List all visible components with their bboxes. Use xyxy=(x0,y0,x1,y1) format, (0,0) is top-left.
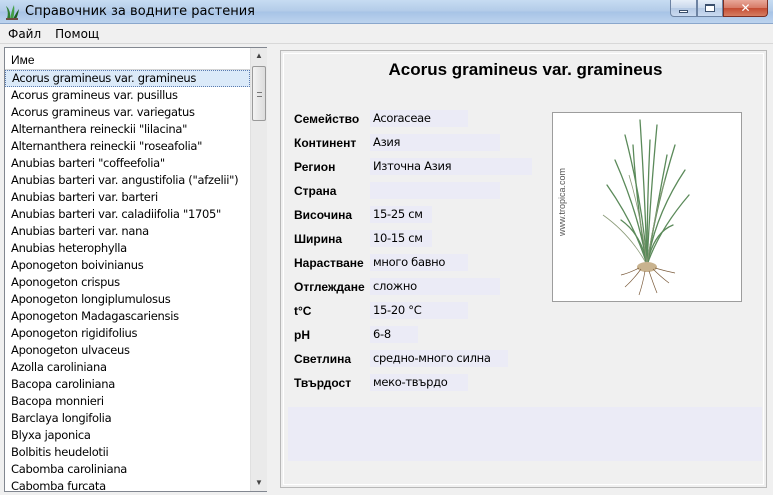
minimize-icon xyxy=(679,9,688,13)
field-label: Светлина xyxy=(294,352,352,366)
plant-list[interactable]: Име Acorus gramineus var. gramineus Acoru… xyxy=(4,47,267,492)
menu-help[interactable]: Помощ xyxy=(49,27,105,41)
close-button[interactable]: ✕ xyxy=(723,0,768,17)
field-value: Acoraceae xyxy=(370,110,468,127)
field-value: 6-8 xyxy=(370,326,418,343)
window-title: Справочник за водните растения xyxy=(25,4,255,19)
list-item[interactable]: Anubias barteri var. nana xyxy=(5,223,250,240)
list-item[interactable]: Acorus gramineus var. pusillus xyxy=(5,87,250,104)
notes-box[interactable] xyxy=(288,407,762,461)
scroll-up-icon[interactable]: ▲ xyxy=(251,48,267,64)
plant-title: Acorus gramineus var. gramineus xyxy=(388,60,663,79)
field-label: Семейство xyxy=(294,112,360,126)
grip-icon xyxy=(257,92,262,97)
field-value: Източна Азия xyxy=(370,158,532,175)
list-item[interactable]: Anubias barteri var. barteri xyxy=(5,189,250,206)
list-item[interactable]: Aponogeton Madagascariensis xyxy=(5,308,250,325)
plant-photo: www.tropica.com xyxy=(552,112,742,302)
list-item[interactable]: Acorus gramineus var. variegatus xyxy=(5,104,250,121)
list-item[interactable]: Aponogeton boivinianus xyxy=(5,257,250,274)
field-label: pH xyxy=(294,328,310,342)
field-label: Ширина xyxy=(294,232,343,246)
field-value: 15-25 см xyxy=(370,206,432,223)
detail-panel: Acorus gramineus var. gramineus Семейств… xyxy=(280,50,767,488)
list-item[interactable]: Bacopa monnieri xyxy=(5,393,250,410)
plant-photo-image xyxy=(595,115,699,299)
field-value: 15-20 °C xyxy=(370,302,468,319)
field-value: средно-много силна xyxy=(370,350,508,367)
menu-bar: Файл Помощ xyxy=(0,24,773,44)
field-value: 10-15 см xyxy=(370,230,432,247)
field-value: Азия xyxy=(370,134,500,151)
list-items: Acorus gramineus var. gramineus Acorus gr… xyxy=(5,70,250,491)
field-label: Отглеждане xyxy=(294,280,365,294)
field-value: много бавно xyxy=(370,254,468,271)
list-item[interactable]: Cabomba furcata xyxy=(5,478,250,491)
field-label: Нарастване xyxy=(294,256,364,270)
list-item[interactable]: Blyxa japonica xyxy=(5,427,250,444)
list-item[interactable]: Anubias barteri var. angustifolia ("afze… xyxy=(5,172,250,189)
list-item[interactable]: Alternanthera reineckii "roseafolia" xyxy=(5,138,250,155)
field-label: Континент xyxy=(294,136,357,150)
list-item[interactable]: Azolla caroliniana xyxy=(5,359,250,376)
field-label: t°C xyxy=(294,304,312,318)
list-header-name[interactable]: Име xyxy=(5,48,250,70)
list-item[interactable]: Bolbitis heudelotii xyxy=(5,444,250,461)
list-item[interactable]: Anubias barteri "coffeefolia" xyxy=(5,155,250,172)
maximize-button[interactable] xyxy=(697,0,723,17)
field-label: Височина xyxy=(294,208,353,222)
menu-file[interactable]: Файл xyxy=(2,27,47,41)
field-value: сложно xyxy=(370,278,500,295)
list-item[interactable]: Aponogeton crispus xyxy=(5,274,250,291)
plant-icon[interactable] xyxy=(4,4,20,20)
scroll-thumb[interactable] xyxy=(252,66,266,121)
list-item[interactable]: Acorus gramineus var. gramineus xyxy=(5,70,250,87)
list-item[interactable]: Bacopa caroliniana xyxy=(5,376,250,393)
vertical-scrollbar[interactable]: ▲ ▼ xyxy=(250,48,267,491)
field-value xyxy=(370,182,500,199)
field-value: меко-твърдо xyxy=(370,374,468,391)
field-label: Регион xyxy=(294,160,336,174)
maximize-icon xyxy=(705,4,715,12)
photo-watermark: www.tropica.com xyxy=(557,167,568,237)
list-item[interactable]: Aponogeton rigidifolius xyxy=(5,325,250,342)
list-item[interactable]: Anubias heterophylla xyxy=(5,240,250,257)
scroll-down-icon[interactable]: ▼ xyxy=(251,475,267,491)
close-icon: ✕ xyxy=(740,1,751,15)
list-item[interactable]: Aponogeton ulvaceus xyxy=(5,342,250,359)
field-label: Твърдост xyxy=(294,376,352,390)
list-item[interactable]: Barclaya longifolia xyxy=(5,410,250,427)
minimize-button[interactable] xyxy=(670,0,697,17)
field-label: Страна xyxy=(294,184,337,198)
list-item[interactable]: Aponogeton longiplumulosus xyxy=(5,291,250,308)
list-item[interactable]: Cabomba caroliniana xyxy=(5,461,250,478)
title-bar: Справочник за водните растения ✕ xyxy=(0,0,773,24)
detail-inner: Acorus gramineus var. gramineus Семейств… xyxy=(283,53,764,485)
list-item[interactable]: Alternanthera reineckii "lilacina" xyxy=(5,121,250,138)
list-item[interactable]: Anubias barteri var. caladiifolia "1705" xyxy=(5,206,250,223)
